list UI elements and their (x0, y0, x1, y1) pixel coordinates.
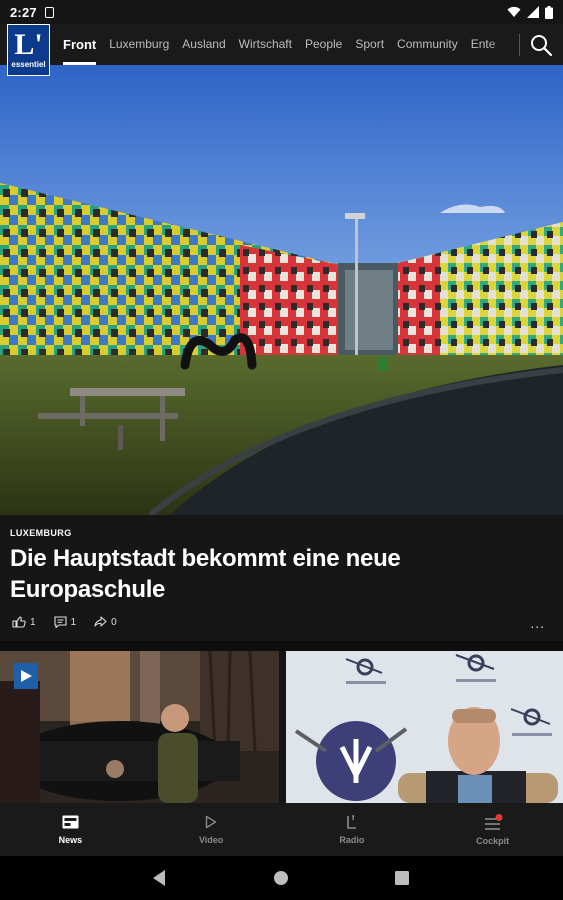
article-headline[interactable]: Die Hauptstadt bekommt eine neue Europas… (10, 543, 450, 605)
tab-wirtschaft[interactable]: Wirtschaft (239, 24, 292, 65)
hero-image[interactable] (0, 65, 563, 515)
like-count: 1 (30, 616, 36, 628)
share-button[interactable]: 0 (94, 616, 117, 628)
article-kicker[interactable]: LUXEMBURG (10, 528, 72, 538)
logo-mark: L' (14, 28, 43, 61)
category-tabs: Front Luxemburg Ausland Wirtschaft Peopl… (63, 24, 519, 65)
cockpit-icon (484, 813, 503, 830)
nav-cockpit-label: Cockpit (476, 835, 510, 846)
signal-icon (527, 6, 539, 18)
back-icon[interactable] (153, 870, 165, 886)
status-time: 2:27 (10, 4, 37, 20)
status-icons (507, 5, 553, 19)
comment-icon (54, 616, 67, 628)
header-divider (519, 34, 520, 56)
article-card-portrait[interactable] (286, 651, 563, 803)
feed-separator (0, 641, 563, 651)
comment-button[interactable]: 1 (54, 616, 77, 628)
nav-video-label: Video (198, 834, 224, 845)
thumbs-icon (12, 616, 26, 628)
status-bar: 2:27 (0, 0, 563, 24)
app-logo[interactable]: L' essentiel (7, 24, 50, 76)
bottom-navigation: News Video Radio Cockpit (0, 803, 563, 856)
system-navigation-bar (0, 856, 563, 900)
hero-article[interactable]: LUXEMBURG Die Hauptstadt bekommt eine ne… (0, 515, 563, 641)
article-card-video[interactable] (0, 651, 279, 803)
radio-icon (347, 814, 356, 829)
share-count: 0 (111, 616, 117, 628)
nav-radio-label: Radio (339, 834, 365, 845)
comment-count: 1 (70, 616, 77, 628)
home-icon[interactable] (274, 871, 288, 885)
tab-people[interactable]: People (305, 24, 342, 65)
nav-cockpit[interactable]: Cockpit (422, 803, 563, 856)
nav-video[interactable]: Video (141, 803, 282, 856)
share-icon (94, 616, 107, 627)
search-icon[interactable] (529, 33, 553, 57)
battery-icon (545, 5, 553, 19)
play-icon (205, 815, 217, 828)
nav-radio[interactable]: Radio (282, 803, 423, 856)
wifi-icon (507, 6, 521, 17)
article-reactions: 1 1 0 (12, 616, 131, 628)
recents-icon[interactable] (395, 871, 409, 885)
tab-luxemburg[interactable]: Luxemburg (109, 24, 169, 65)
tab-sport[interactable]: Sport (355, 24, 384, 65)
nav-news-label: News (58, 834, 83, 845)
more-options-icon[interactable]: ... (530, 615, 545, 631)
tab-front[interactable]: Front (63, 24, 97, 65)
app-header: L' essentiel Front Luxemburg Ausland Wir… (0, 24, 563, 76)
tabs-fade (488, 24, 520, 65)
news-icon (62, 815, 79, 828)
tab-ausland[interactable]: Ausland (182, 24, 225, 65)
tab-community[interactable]: Community (397, 24, 458, 65)
nav-news[interactable]: News (0, 803, 141, 856)
like-button[interactable]: 1 (12, 616, 36, 628)
logo-wordmark: essentiel (11, 60, 46, 69)
sim-icon (44, 6, 54, 18)
